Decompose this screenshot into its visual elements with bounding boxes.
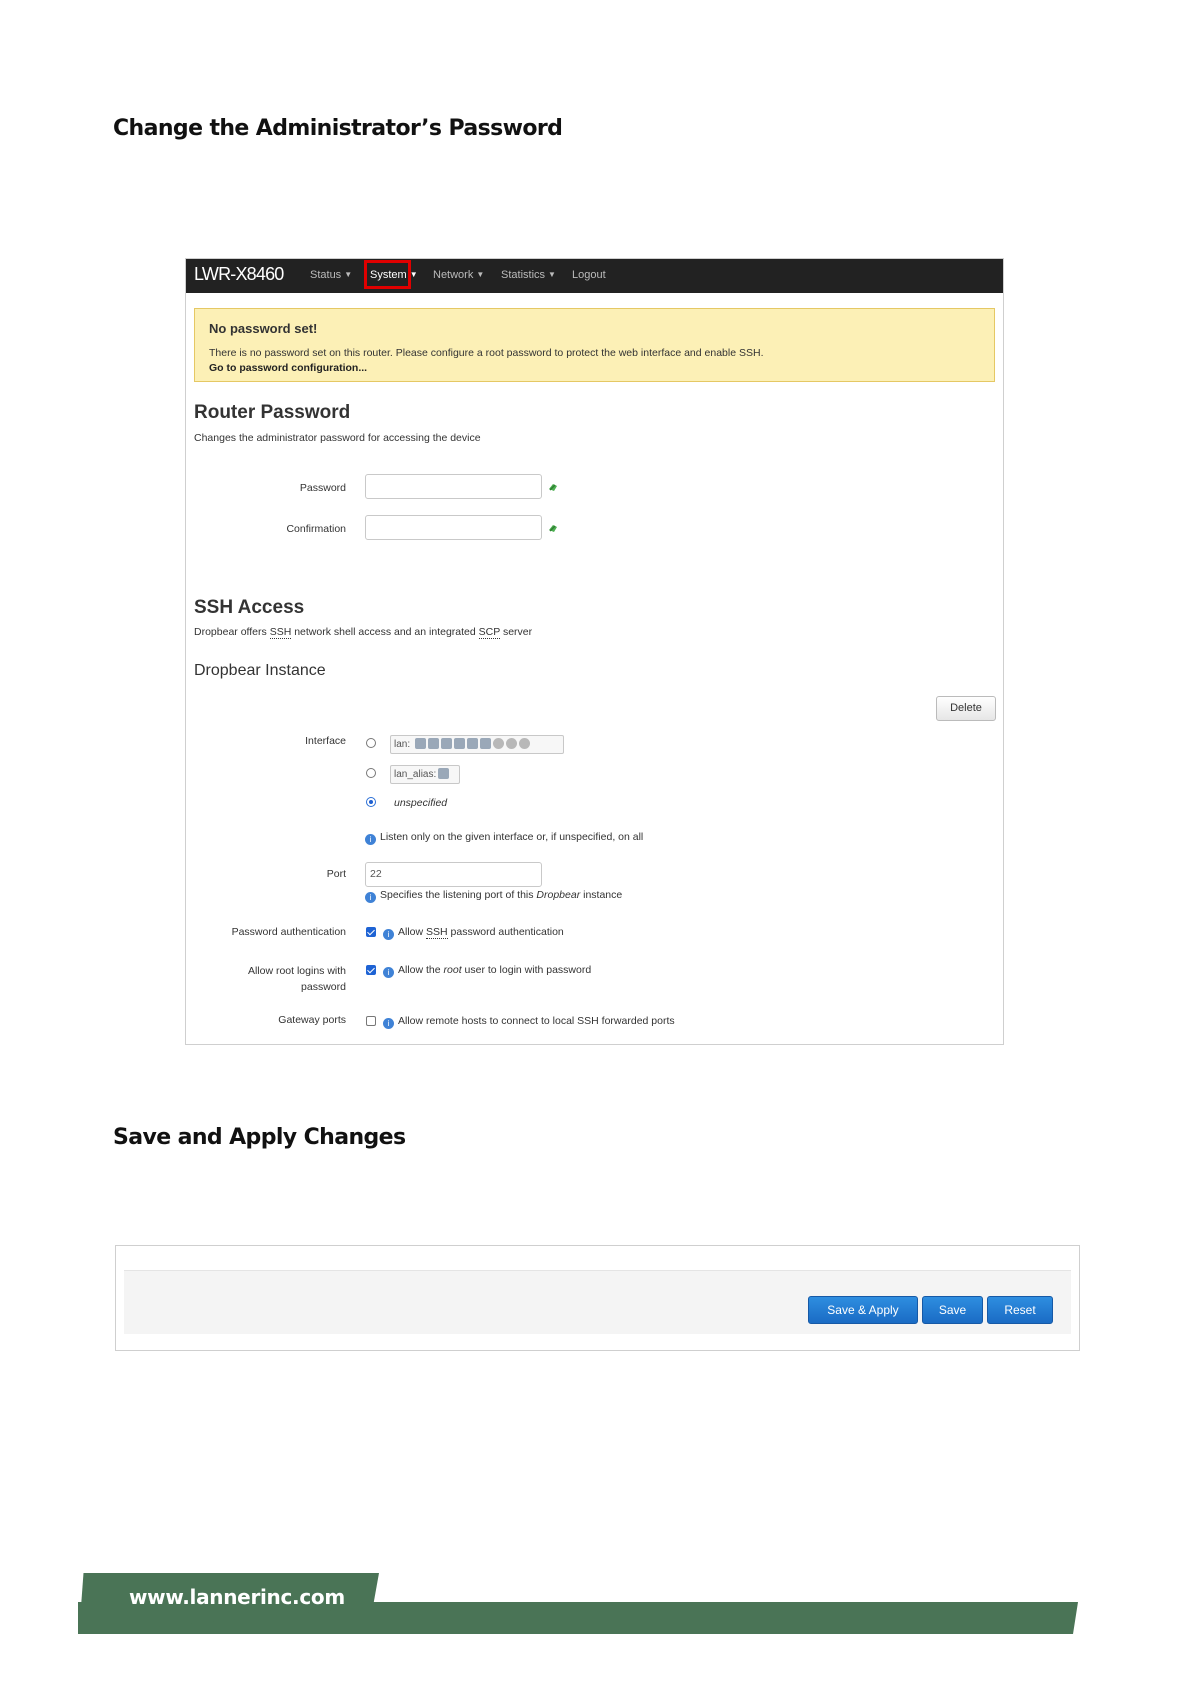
gateway-ports-checkbox[interactable]	[366, 1016, 376, 1026]
port-icon	[427, 738, 439, 749]
router-password-title: Router Password	[194, 402, 351, 423]
interface-lan-alias-box: lan_alias:	[390, 765, 460, 784]
port-icon	[438, 768, 450, 779]
top-navbar: LWR-X8460 Status ▼ System ▼ Network ▼ Stati…	[186, 259, 1003, 293]
port-label: Port	[326, 868, 346, 880]
password-auth-checkbox[interactable]	[366, 927, 376, 937]
info-icon: i	[365, 834, 376, 845]
ssh-access-title: SSH Access	[194, 597, 305, 618]
interface-help: i Listen only on the given interface or, …	[365, 831, 643, 845]
gateway-ports-help: i Allow remote hosts to connect to local …	[383, 1015, 675, 1029]
nav-item-network[interactable]: Network ▼	[433, 269, 484, 281]
nav-item-status[interactable]: Status ▼	[310, 269, 352, 281]
port-icon	[414, 738, 426, 749]
port-icon	[479, 738, 491, 749]
nav-item-logout[interactable]: Logout	[572, 269, 606, 281]
caret-down-icon: ▼	[548, 270, 556, 279]
reveal-password-icon[interactable]	[547, 481, 559, 493]
router-password-description: Changes the administrator password for a…	[194, 432, 481, 444]
save-button[interactable]: Save	[922, 1296, 983, 1324]
password-label: Password	[299, 482, 346, 494]
port-off-icon	[518, 738, 530, 749]
root-login-checkbox[interactable]	[366, 965, 376, 975]
password-auth-help: i Allow SSH password authentication	[383, 926, 564, 940]
gateway-ports-label: Gateway ports	[278, 1014, 346, 1026]
interface-unspecified-label: unspecified	[394, 797, 448, 809]
info-icon: i	[383, 967, 394, 978]
interface-lan-box: lan:	[390, 735, 564, 754]
delete-instance-button[interactable]: Delete	[936, 696, 996, 721]
confirmation-input[interactable]	[365, 515, 542, 540]
router-admin-screenshot: LWR-X8460 Status ▼ System ▼ Network ▼ Stati…	[185, 258, 1004, 1045]
reveal-confirmation-icon[interactable]	[547, 522, 559, 534]
no-password-alert: No password set! There is no password se…	[194, 308, 995, 382]
interface-radio-unspecified[interactable]	[366, 797, 376, 807]
password-config-link[interactable]: Go to password configuration...	[209, 362, 367, 374]
caret-down-icon: ▼	[476, 270, 485, 279]
interface-label: Interface	[305, 735, 346, 747]
info-icon: i	[365, 892, 376, 903]
save-apply-screenshot: Save & Apply Save Reset	[115, 1245, 1080, 1351]
confirmation-label: Confirmation	[286, 523, 346, 535]
ssh-access-description: Dropbear offers SSH network shell access…	[194, 626, 533, 639]
caret-down-icon: ▼	[344, 270, 353, 279]
port-off-icon	[492, 738, 504, 749]
save-apply-button[interactable]: Save & Apply	[808, 1296, 918, 1324]
password-auth-label: Password authentication	[231, 926, 346, 938]
brand-logo[interactable]: LWR-X8460	[194, 264, 284, 285]
alert-title: No password set!	[209, 321, 318, 336]
interface-radio-lan[interactable]	[366, 738, 376, 748]
interface-radio-lan-alias[interactable]	[366, 768, 376, 778]
info-icon: i	[383, 1018, 394, 1029]
port-help: i Specifies the listening port of this Dr…	[365, 889, 622, 903]
dropbear-instance-title: Dropbear Instance	[194, 662, 326, 679]
reset-button[interactable]: Reset	[987, 1296, 1053, 1324]
alert-text: There is no password set on this router.…	[209, 347, 764, 359]
root-login-label: Allow root logins with password	[247, 965, 346, 993]
port-icon	[453, 738, 465, 749]
port-off-icon	[505, 738, 517, 749]
password-input[interactable]	[365, 474, 542, 499]
action-bar: Save & Apply Save Reset	[124, 1270, 1071, 1334]
section-heading-change-password: Change the Administrator’s Password	[113, 116, 563, 141]
nav-item-statistics[interactable]: Statistics ▼	[501, 269, 556, 281]
footer-url[interactable]: www.lannerinc.com	[129, 1585, 345, 1609]
section-heading-save-apply: Save and Apply Changes	[113, 1125, 406, 1150]
port-input[interactable]: 22	[365, 862, 542, 887]
info-icon: i	[383, 929, 394, 940]
root-login-help: i Allow the root user to login with passw…	[383, 964, 591, 978]
port-icon	[440, 738, 452, 749]
port-icon	[466, 738, 478, 749]
system-highlight-box	[364, 260, 411, 289]
